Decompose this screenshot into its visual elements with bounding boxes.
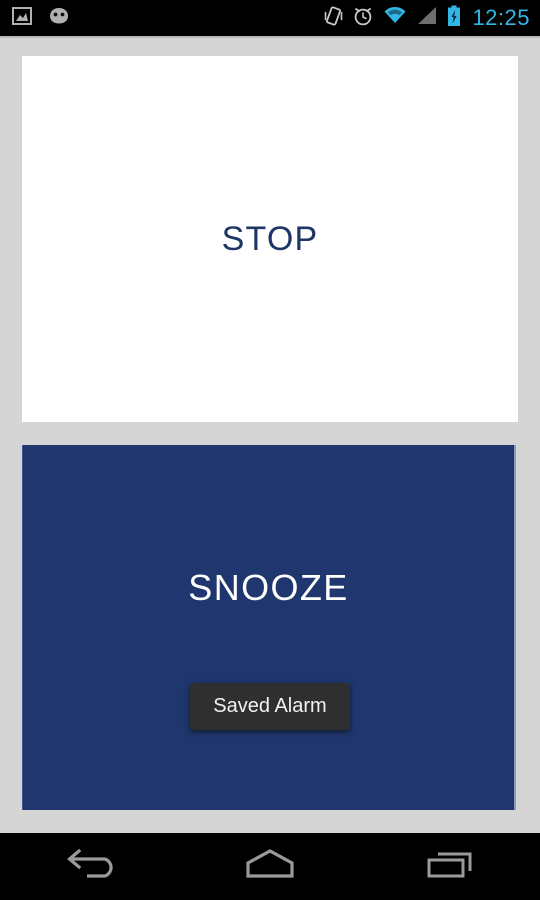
snooze-button[interactable]: SNOOZE <box>22 445 516 810</box>
wifi-icon <box>383 6 407 30</box>
battery-charging-icon <box>447 5 461 32</box>
status-bar-right-icons: 12:25 <box>324 5 530 32</box>
snooze-button-label: SNOOZE <box>188 566 349 608</box>
status-bar-clock: 12:25 <box>472 4 530 30</box>
navigation-bar <box>0 833 540 900</box>
alarm-clock-icon <box>352 5 374 32</box>
stop-button[interactable]: STOP <box>22 56 518 422</box>
back-arrow-icon <box>59 847 121 886</box>
home-icon <box>242 847 298 886</box>
toast-notification: Saved Alarm <box>190 683 350 730</box>
status-bar-left-icons <box>12 6 72 30</box>
recents-icon <box>422 847 478 886</box>
screenshot-icon <box>12 6 32 30</box>
toast-message: Saved Alarm <box>213 695 327 717</box>
back-button[interactable] <box>0 833 180 900</box>
vibrate-icon <box>324 5 343 32</box>
android-head-icon <box>46 7 72 30</box>
device-screen: 12:25 STOP SNOOZE Saved Alarm <box>0 0 540 900</box>
status-bar: 12:25 <box>0 0 540 36</box>
signal-icon <box>416 6 438 30</box>
home-button[interactable] <box>180 833 360 900</box>
stop-button-label: STOP <box>221 219 319 258</box>
recents-button[interactable] <box>360 833 540 900</box>
alarm-screen-content: STOP SNOOZE Saved Alarm <box>0 38 540 833</box>
